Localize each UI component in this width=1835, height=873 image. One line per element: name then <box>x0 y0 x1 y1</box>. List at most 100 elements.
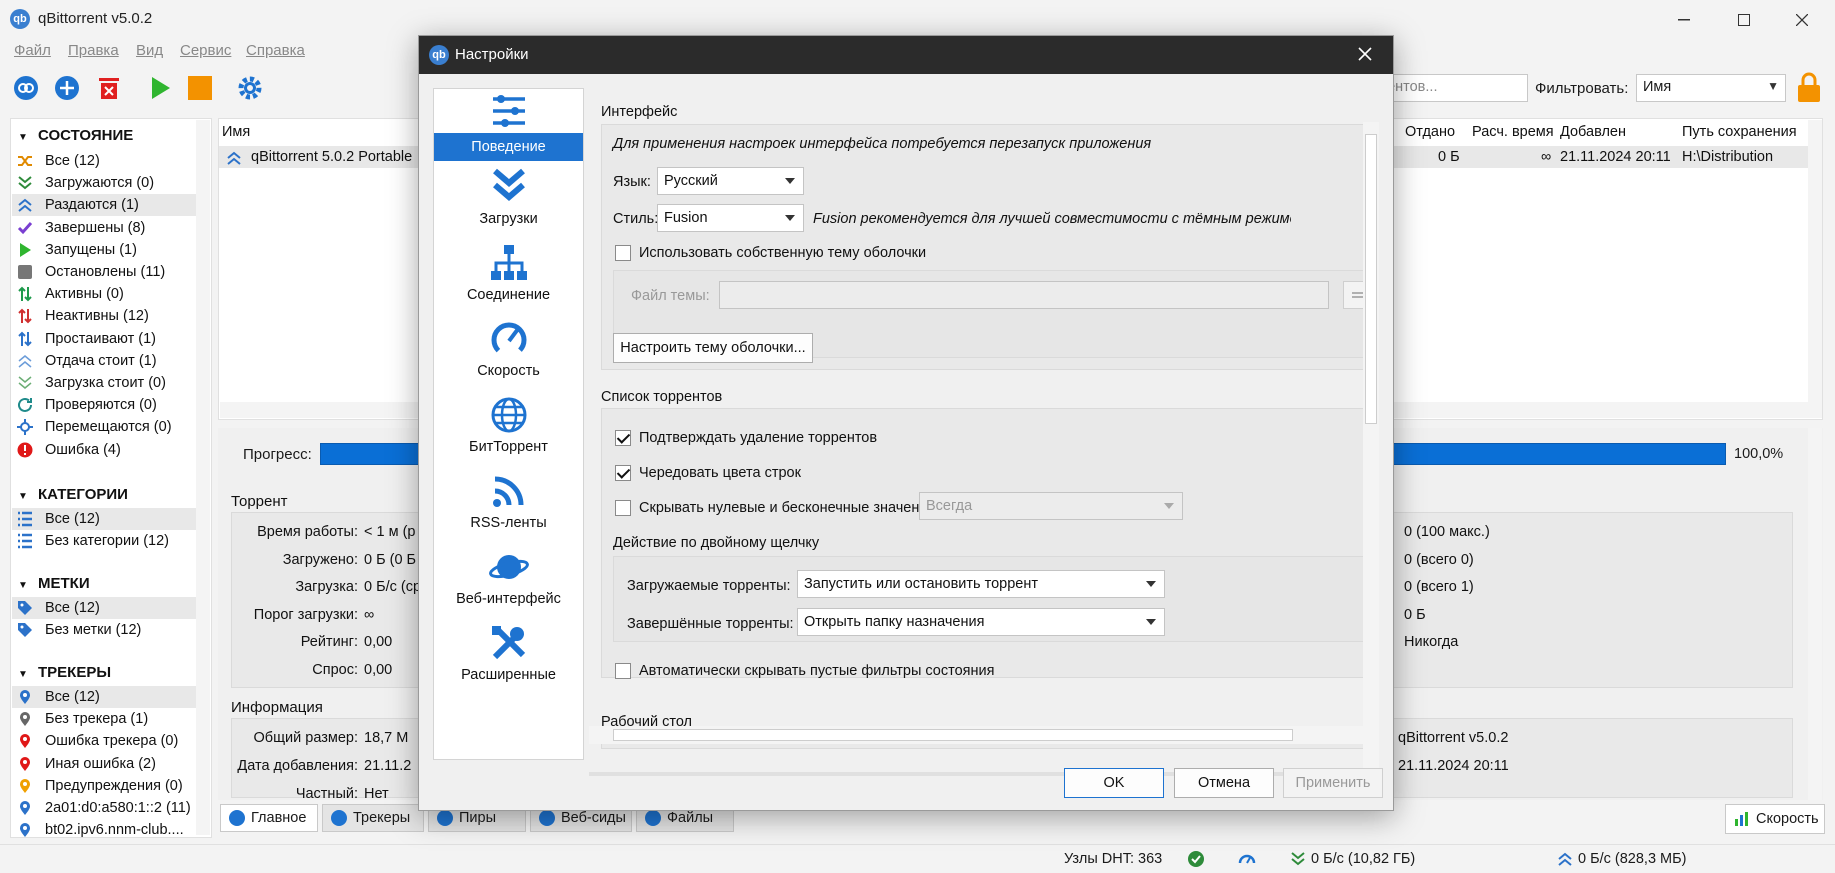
info-prop-value-0: 18,7 М <box>364 730 409 746</box>
nav-speed[interactable]: Скорость <box>434 317 583 393</box>
sidebar-item-tag-1[interactable]: Без метки (12) <box>12 619 197 641</box>
sidebar-item-status-10[interactable]: Загрузка стоит (0) <box>12 372 197 394</box>
torrent-prop-value-0: < 1 м (р <box>364 524 416 540</box>
sidebar-item-status-11[interactable]: Проверяются (0) <box>12 394 197 416</box>
hide-zero-checkbox[interactable] <box>615 500 631 516</box>
download-icon <box>493 168 525 201</box>
sidebar-item-status-4[interactable]: Запущены (1) <box>12 239 197 261</box>
nav-downloads[interactable]: Загрузки <box>434 165 583 241</box>
nav-rss[interactable]: RSS-ленты <box>434 469 583 545</box>
cancel-button[interactable]: Отмена <box>1174 768 1274 798</box>
section-status-header[interactable]: ▼ СОСТОЯНИЕ <box>18 127 133 144</box>
section-categories-header[interactable]: ▼ КАТЕГОРИИ <box>18 486 128 503</box>
start-button[interactable] <box>146 74 174 102</box>
ok-button[interactable]: OK <box>1064 768 1164 798</box>
sidebar-item-status-8[interactable]: Простаивают (1) <box>12 328 197 350</box>
sidebar-scrollbar[interactable] <box>196 120 210 835</box>
sidebar-item-status-1[interactable]: Загружаются (0) <box>12 172 197 194</box>
webseed-icon <box>539 810 555 826</box>
downloading-action-select[interactable]: Запустить или остановить торрент <box>797 570 1165 598</box>
sidebar-item-status-5[interactable]: Остановлены (11) <box>12 261 197 283</box>
upload-speed[interactable]: 0 Б/с (828,3 МБ) <box>1578 851 1686 867</box>
section-tags-header[interactable]: ▼ МЕТКИ <box>18 575 90 592</box>
sidebar-item-status-2[interactable]: Раздаются (1) <box>12 194 197 217</box>
delete-torrent-button[interactable] <box>95 74 123 102</box>
minimize-button[interactable] <box>1660 0 1708 40</box>
menu-view[interactable]: Вид <box>136 42 163 59</box>
sidebar-item-tracker-5[interactable]: 2a01:d0:a580:1::2 (11) <box>12 797 197 819</box>
menu-edit[interactable]: Правка <box>68 42 119 59</box>
sidebar-item-status-0[interactable]: Все (12) <box>12 150 197 172</box>
auto-hide-checkbox[interactable] <box>615 663 631 679</box>
speed-tab-button[interactable]: Скорость <box>1725 804 1825 834</box>
nav-webui[interactable]: Веб-интерфейс <box>434 545 583 621</box>
sidebar-item-category-1[interactable]: Без категории (12) <box>12 530 197 552</box>
tab-general[interactable]: Главное <box>220 804 318 832</box>
lock-button[interactable] <box>1796 72 1822 104</box>
stop-button[interactable] <box>186 74 214 102</box>
sidebar-item-tag-0[interactable]: Все (12) <box>12 597 197 619</box>
sidebar-item-label: Ошибка (4) <box>45 441 121 458</box>
download-speed[interactable]: 0 Б/с (10,82 ГБ) <box>1311 851 1415 867</box>
connection-ok-icon[interactable] <box>1187 850 1205 868</box>
customize-theme-button[interactable]: Настроить тему оболочки... <box>613 333 813 363</box>
col-header-path[interactable]: Путь сохранения <box>1682 124 1797 140</box>
nav-advanced[interactable]: Расширенные <box>434 621 583 697</box>
list-vscrollbar[interactable] <box>1808 120 1822 402</box>
col-header-sent[interactable]: Отдано <box>1405 124 1455 140</box>
plus-circle-icon <box>55 76 79 100</box>
hscroll-thumb[interactable] <box>613 729 1293 741</box>
map-pin-icon <box>20 756 30 771</box>
search-input[interactable]: рентов... <box>1372 74 1528 102</box>
confirm-delete-checkbox[interactable] <box>615 430 631 446</box>
theme-file-input[interactable] <box>719 281 1329 309</box>
sidebar-item-label: Все (12) <box>45 689 100 705</box>
menu-file[interactable]: Файл <box>14 42 51 59</box>
add-link-button[interactable] <box>12 74 40 102</box>
alt-rows-checkbox[interactable] <box>615 465 631 481</box>
settings-button[interactable] <box>236 74 264 102</box>
close-button[interactable] <box>1778 0 1826 40</box>
language-select[interactable]: Русский <box>657 167 804 195</box>
nav-connection[interactable]: Соединение <box>434 241 583 317</box>
sidebar-item-label: Неактивны (12) <box>45 308 149 325</box>
menu-tools[interactable]: Сервис <box>180 42 231 59</box>
filter-select[interactable]: Имя ▼ <box>1636 74 1786 102</box>
nav-behavior[interactable]: Поведение <box>434 89 583 165</box>
sidebar-item-status-7[interactable]: Неактивны (12) <box>12 305 197 327</box>
completed-action-select[interactable]: Открыть папку назначения <box>797 608 1165 636</box>
maximize-button[interactable] <box>1720 0 1768 40</box>
sidebar-item-tracker-6[interactable]: bt02.ipv6.nnm-club.... <box>12 819 197 841</box>
col-header-added[interactable]: Добавлен <box>1560 124 1626 140</box>
content-vscrollbar[interactable] <box>1363 122 1379 772</box>
sidebar-item-status-12[interactable]: Перемещаются (0) <box>12 416 197 438</box>
sidebar-item-status-13[interactable]: Ошибка (4) <box>12 439 197 461</box>
details-vscrollbar[interactable] <box>1808 428 1822 800</box>
tab-trackers[interactable]: Трекеры <box>322 804 424 832</box>
apply-button[interactable]: Применить <box>1283 768 1383 798</box>
sidebar-item-tracker-4[interactable]: Предупреждения (0) <box>12 775 197 797</box>
col-header-name[interactable]: Имя <box>222 124 250 140</box>
col-header-eta[interactable]: Расч. время <box>1472 124 1554 140</box>
sidebar-item-status-6[interactable]: Активны (0) <box>12 283 197 305</box>
sidebar-item-tracker-3[interactable]: Иная ошибка (2) <box>12 753 197 775</box>
sidebar-item-tracker-0[interactable]: Все (12) <box>12 686 197 708</box>
custom-theme-checkbox[interactable] <box>615 245 631 261</box>
add-torrent-button[interactable] <box>53 74 81 102</box>
style-select[interactable]: Fusion <box>657 204 804 232</box>
menu-help[interactable]: Справка <box>246 42 305 59</box>
dialog-close-button[interactable] <box>1357 42 1373 62</box>
peers-icon <box>437 810 453 826</box>
hide-zero-select[interactable]: Всегда <box>919 492 1183 520</box>
content-scroll-thumb[interactable] <box>1365 134 1377 424</box>
sidebar-item-tracker-1[interactable]: Без трекера (1) <box>12 708 197 730</box>
section-trackers-header[interactable]: ▼ ТРЕКЕРЫ <box>18 664 111 681</box>
sidebar-item-status-9[interactable]: Отдача стоит (1) <box>12 350 197 372</box>
sidebar-item-category-0[interactable]: Все (12) <box>12 508 197 530</box>
nav-bittorrent[interactable]: БитТоррент <box>434 393 583 469</box>
speed-limit-icon[interactable] <box>1238 850 1256 868</box>
dialog-hscrollbar[interactable] <box>589 726 1379 744</box>
sidebar-item-status-3[interactable]: Завершены (8) <box>12 217 197 239</box>
map-pin-icon <box>20 801 30 815</box>
sidebar-item-tracker-2[interactable]: Ошибка трекера (0) <box>12 730 197 752</box>
